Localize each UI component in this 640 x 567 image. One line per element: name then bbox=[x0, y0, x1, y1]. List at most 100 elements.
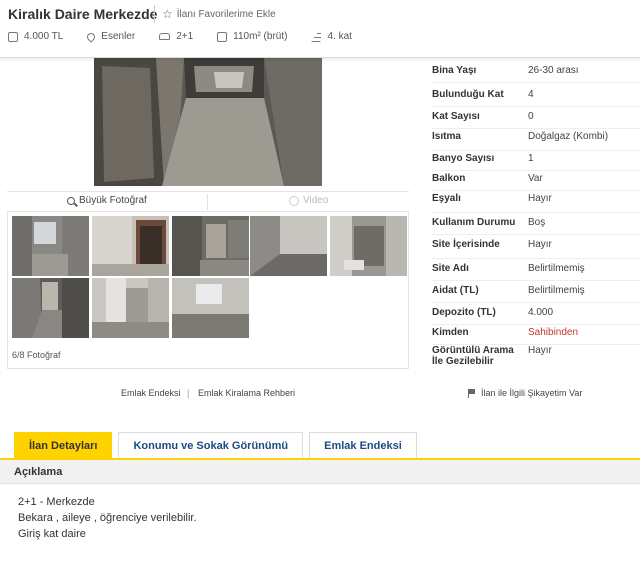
meta-price-text: 4.000 TL bbox=[24, 31, 64, 42]
tab-konum[interactable]: Konumu ve Sokak Görünümü bbox=[118, 432, 304, 459]
spec-row: Balkon Var bbox=[432, 170, 632, 190]
spec-key: Eşyalı bbox=[432, 193, 461, 204]
spec-value: 26-30 arası bbox=[528, 65, 579, 76]
meta-floor-text: 4. kat bbox=[327, 31, 352, 42]
flag-icon bbox=[468, 388, 476, 398]
video-label: Video bbox=[303, 195, 329, 206]
thumbnail-7[interactable] bbox=[92, 278, 169, 338]
spec-key: Kimden bbox=[432, 327, 469, 338]
description-body: 2+1 - Merkezde Bekara , aileye , öğrenci… bbox=[18, 494, 197, 542]
rehber-link[interactable]: Emlak Kiralama Rehberi bbox=[198, 388, 295, 398]
spec-value: 0 bbox=[528, 111, 534, 122]
price-icon bbox=[8, 31, 18, 42]
spec-row: Bulunduğu Kat 4 bbox=[432, 86, 632, 106]
spec-key: Bina Yaşı bbox=[432, 65, 477, 76]
thumbnail-2[interactable] bbox=[92, 216, 169, 276]
big-photo-label: Büyük Fotoğraf bbox=[79, 195, 147, 206]
floor-icon bbox=[311, 31, 322, 42]
location-pin-icon bbox=[85, 30, 97, 43]
spec-divider bbox=[432, 212, 640, 213]
spec-divider bbox=[432, 258, 640, 259]
spec-row: Kimden Sahibinden bbox=[432, 324, 632, 344]
meta-rooms: 2+1 bbox=[159, 31, 193, 42]
spec-row: Site Adı Belirtilmemiş bbox=[432, 260, 632, 280]
meta-location: Esenler bbox=[85, 30, 136, 43]
spec-divider bbox=[432, 280, 640, 281]
thumbnail-image bbox=[250, 216, 327, 276]
spec-value: Boş bbox=[528, 217, 546, 228]
main-photo[interactable] bbox=[94, 58, 322, 186]
spec-divider bbox=[432, 106, 640, 107]
thumbnail-8[interactable] bbox=[172, 278, 249, 338]
tab-emlak-endeksi[interactable]: Emlak Endeksi bbox=[309, 432, 417, 459]
thumbnail-4[interactable] bbox=[250, 216, 327, 276]
thumbnail-panel: 6/8 Fotoğraf bbox=[7, 211, 409, 369]
spec-row: Site İçerisinde Hayır bbox=[432, 236, 632, 256]
thumbnail-image bbox=[172, 278, 249, 338]
spec-key: Site İçerisinde bbox=[432, 239, 500, 250]
thumbnail-1[interactable] bbox=[12, 216, 89, 276]
spec-value: 1 bbox=[528, 153, 534, 164]
big-photo-button[interactable]: Büyük Fotoğraf bbox=[67, 195, 147, 206]
spec-key: Aidat (TL) bbox=[432, 285, 479, 296]
spec-row: Banyo Sayısı 1 bbox=[432, 150, 632, 170]
spec-value: 4 bbox=[528, 89, 534, 100]
spec-value: 4.000 bbox=[528, 307, 554, 318]
spec-row: Görüntülü Arama İle Gezilebilir Hayır bbox=[432, 342, 632, 372]
thumbnail-6[interactable] bbox=[10, 276, 91, 340]
spec-value: Doğalgaz (Kombi) bbox=[528, 131, 609, 142]
play-icon bbox=[289, 195, 299, 206]
spec-divider bbox=[432, 82, 640, 83]
listing-title: Kiralık Daire Merkezde bbox=[8, 6, 158, 22]
thumbnail-5[interactable] bbox=[330, 216, 407, 276]
spec-value: Hayır bbox=[528, 345, 552, 356]
complaint-label: İlan ile İlgili Şikayetim Var bbox=[481, 388, 583, 398]
spec-value: Hayır bbox=[528, 193, 552, 204]
emlak-endeksi-link[interactable]: Emlak Endeksi bbox=[121, 388, 181, 398]
spec-divider bbox=[432, 234, 640, 235]
spec-row: Isıtma Doğalgaz (Kombi) bbox=[432, 128, 632, 148]
main-photo-image bbox=[94, 58, 322, 186]
thumbnail-image bbox=[92, 216, 169, 276]
spec-row: Kat Sayısı 0 bbox=[432, 108, 632, 128]
meta-area-text: 110m² (brüt) bbox=[233, 31, 288, 42]
meta-price: 4.000 TL bbox=[8, 31, 63, 42]
area-icon bbox=[217, 31, 228, 42]
description-line: Giriş kat daire bbox=[18, 528, 86, 540]
thumbnail-image bbox=[12, 216, 89, 276]
meta-location-text: Esenler bbox=[101, 31, 136, 42]
star-icon: ☆ bbox=[162, 7, 173, 21]
add-favorite-button[interactable]: ☆ İlanı Favorilerime Ekle bbox=[162, 7, 276, 21]
meta-rooms-text: 2+1 bbox=[176, 31, 194, 42]
spec-row: Kullanım Durumu Boş bbox=[432, 214, 632, 234]
spec-row: Depozito (TL) 4.000 bbox=[432, 304, 632, 324]
description-title: Açıklama bbox=[14, 466, 63, 478]
meta-floor: 4. kat bbox=[311, 31, 352, 42]
description-line: Bekara , aileye , öğrenciye verilebilir. bbox=[18, 512, 197, 524]
thumbnail-image bbox=[330, 216, 407, 276]
spec-key: Görüntülü Arama İle Gezilebilir bbox=[432, 345, 514, 367]
add-favorite-label: İlanı Favorilerime Ekle bbox=[176, 8, 276, 20]
tab-ilan-detaylari[interactable]: İlan Detayları bbox=[14, 432, 113, 459]
listing-meta: 4.000 TL Esenler 2+1 110m² (brüt) 4. kat bbox=[8, 30, 376, 43]
spec-value: Hayır bbox=[528, 239, 552, 250]
spec-value: Belirtilmemiş bbox=[528, 285, 585, 296]
thumbnail-image bbox=[172, 216, 249, 276]
photo-toolbar: Büyük Fotoğraf Video bbox=[7, 191, 409, 211]
photo-count: 6/8 Fotoğraf bbox=[12, 350, 61, 360]
spec-key: Banyo Sayısı bbox=[432, 153, 495, 164]
thumbnail-3[interactable] bbox=[172, 216, 249, 276]
spec-key: Kullanım Durumu bbox=[432, 217, 516, 228]
spec-key: Isıtma bbox=[432, 131, 461, 142]
spec-row: Aidat (TL) Belirtilmemiş bbox=[432, 282, 632, 302]
link-separator: | bbox=[187, 388, 190, 398]
car-icon bbox=[159, 33, 171, 40]
description-line: 2+1 - Merkezde bbox=[18, 496, 95, 508]
spec-key: Site Adı bbox=[432, 263, 469, 274]
toolbar-divider bbox=[207, 194, 208, 210]
complaint-link[interactable]: İlan ile İlgili Şikayetim Var bbox=[468, 388, 582, 398]
spec-row: Eşyalı Hayır bbox=[432, 190, 632, 210]
spec-key: Kat Sayısı bbox=[432, 111, 480, 122]
video-button[interactable]: Video bbox=[289, 195, 328, 206]
spec-row: Bina Yaşı 26-30 arası bbox=[432, 62, 632, 82]
